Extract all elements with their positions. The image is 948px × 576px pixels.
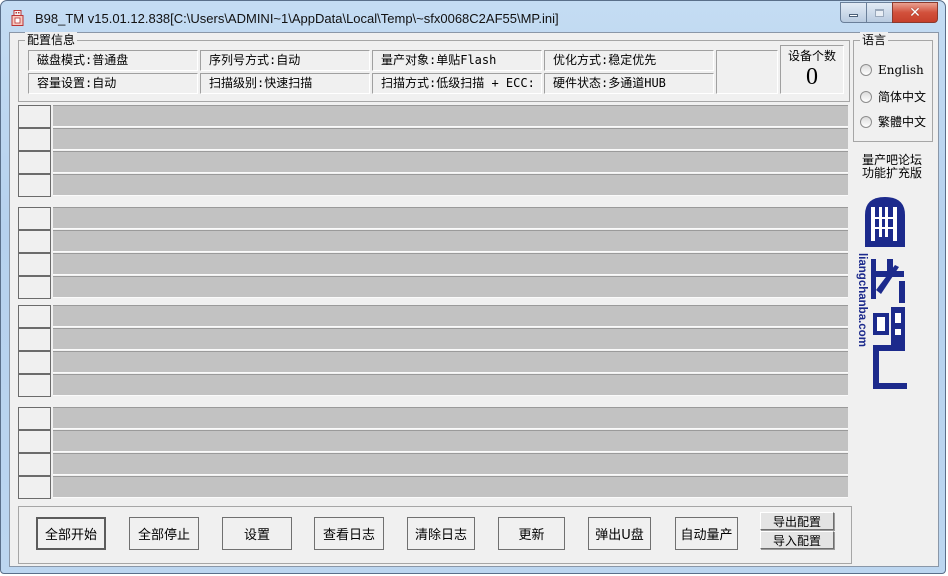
- maximize-button[interactable]: [866, 2, 892, 23]
- port-status-bar: [53, 407, 848, 429]
- port-index-cell: [18, 328, 51, 351]
- port-status-bar: [53, 105, 848, 127]
- update-button[interactable]: 更新: [498, 517, 565, 550]
- port-index-cell: [18, 253, 51, 276]
- port-status-bar: [53, 430, 848, 452]
- import-config-button[interactable]: 导入配置: [760, 531, 834, 549]
- port-status-bar: [53, 374, 848, 396]
- port-status-bar: [53, 305, 848, 327]
- export-config-button[interactable]: 导出配置: [760, 512, 834, 530]
- window-title: B98_TM v15.01.12.838[C:\Users\ADMINI~1\A…: [35, 11, 559, 26]
- close-button[interactable]: ✕: [892, 2, 938, 23]
- port-index-cell: [18, 407, 51, 430]
- view-log-button[interactable]: 查看日志: [314, 517, 384, 550]
- caption-buttons: ✕: [840, 2, 938, 23]
- scan-level-field: 扫描级别:快速扫描: [200, 73, 370, 94]
- port-status-bar: [53, 174, 848, 196]
- usb-drive-icon: [11, 10, 24, 26]
- port-index-cell: [18, 174, 51, 197]
- port-status-bar: [53, 151, 848, 173]
- port-status-bar: [53, 207, 848, 229]
- logo-url-text: liangchanba.com: [856, 253, 868, 347]
- radio-simplified-chinese[interactable]: [860, 90, 872, 103]
- port-status-bar: [53, 453, 848, 475]
- language-label-traditional-chinese: 繁體中文: [878, 115, 927, 129]
- auto-mp-button[interactable]: 自动量产: [675, 517, 738, 550]
- maximize-icon: [875, 8, 884, 17]
- language-label-simplified-chinese: 简体中文: [878, 90, 927, 104]
- radio-traditional-chinese[interactable]: [860, 115, 872, 128]
- device-count-value: 0: [806, 64, 818, 90]
- device-count-label: 设备个数: [787, 49, 836, 63]
- mp-target-field: 量产对象:单贴Flash: [372, 50, 542, 71]
- language-option-simplified-chinese[interactable]: 简体中文: [860, 88, 926, 105]
- port-index-cell: [18, 151, 51, 174]
- liangchanba-logo: liangchanba.com: [856, 197, 907, 389]
- language-legend: 语言: [860, 32, 889, 48]
- port-status-bar: [53, 253, 848, 275]
- hardware-status-field: 硬件状态:多通道HUB: [544, 73, 714, 94]
- port-index-cell: [18, 374, 51, 397]
- port-status-bar: [53, 476, 848, 498]
- language-label-english: English: [878, 63, 924, 77]
- port-status-bar: [53, 128, 848, 150]
- port-index-cell: [18, 476, 51, 499]
- disk-mode-field: 磁盘模式:普通盘: [28, 50, 198, 71]
- language-option-traditional-chinese[interactable]: 繁體中文: [860, 113, 926, 130]
- title-bar[interactable]: B98_TM v15.01.12.838[C:\Users\ADMINI~1\A…: [1, 1, 945, 33]
- settings-button[interactable]: 设置: [222, 517, 292, 550]
- serial-mode-field: 序列号方式:自动: [200, 50, 370, 71]
- config-info-legend: 配置信息: [25, 32, 78, 48]
- stop-all-button[interactable]: 全部停止: [129, 517, 199, 550]
- port-status-bar: [53, 328, 848, 350]
- port-index-cell: [18, 276, 51, 299]
- minimize-button[interactable]: [840, 2, 866, 23]
- port-index-cell: [18, 230, 51, 253]
- language-group: 语言 English 简体中文 繁體中文: [853, 32, 933, 142]
- port-index-cell: [18, 351, 51, 374]
- config-info-group: 配置信息 磁盘模式:普通盘 序列号方式:自动 量产对象:单贴Flash 优化方式…: [18, 32, 850, 102]
- radio-english[interactable]: [860, 64, 872, 76]
- port-status-bar: [53, 230, 848, 252]
- port-status-bar: [53, 276, 848, 298]
- blank-info-box: [716, 50, 778, 94]
- device-count-box: 设备个数 0: [780, 45, 844, 94]
- close-icon: ✕: [909, 4, 921, 21]
- port-index-cell: [18, 453, 51, 476]
- capacity-setting-field: 容量设置:自动: [28, 73, 198, 94]
- client-area: 配置信息 磁盘模式:普通盘 序列号方式:自动 量产对象:单贴Flash 优化方式…: [9, 32, 939, 567]
- start-all-button[interactable]: 全部开始: [36, 517, 106, 550]
- minimize-icon: [849, 14, 858, 17]
- language-option-english[interactable]: English: [860, 63, 924, 77]
- forum-line-2: 功能扩充版: [861, 166, 922, 180]
- forum-edition-text: 量产吧论坛 功能扩充版: [852, 154, 932, 180]
- scan-mode-field: 扫描方式:低级扫描 + ECC:: [372, 73, 542, 94]
- port-index-cell: [18, 305, 51, 328]
- action-button-group: 全部开始 全部停止 设置 查看日志 清除日志 更新 弹出U盘 自动量产 导出配置…: [18, 506, 852, 564]
- clear-log-button[interactable]: 清除日志: [407, 517, 475, 550]
- main-window: B98_TM v15.01.12.838[C:\Users\ADMINI~1\A…: [0, 0, 946, 574]
- optimize-mode-field: 优化方式:稳定优先: [544, 50, 714, 71]
- port-index-cell: [18, 128, 51, 151]
- port-index-cell: [18, 430, 51, 453]
- port-status-bar: [53, 351, 848, 373]
- port-index-cell: [18, 207, 51, 230]
- port-index-cell: [18, 105, 51, 128]
- eject-udisk-button[interactable]: 弹出U盘: [588, 517, 651, 550]
